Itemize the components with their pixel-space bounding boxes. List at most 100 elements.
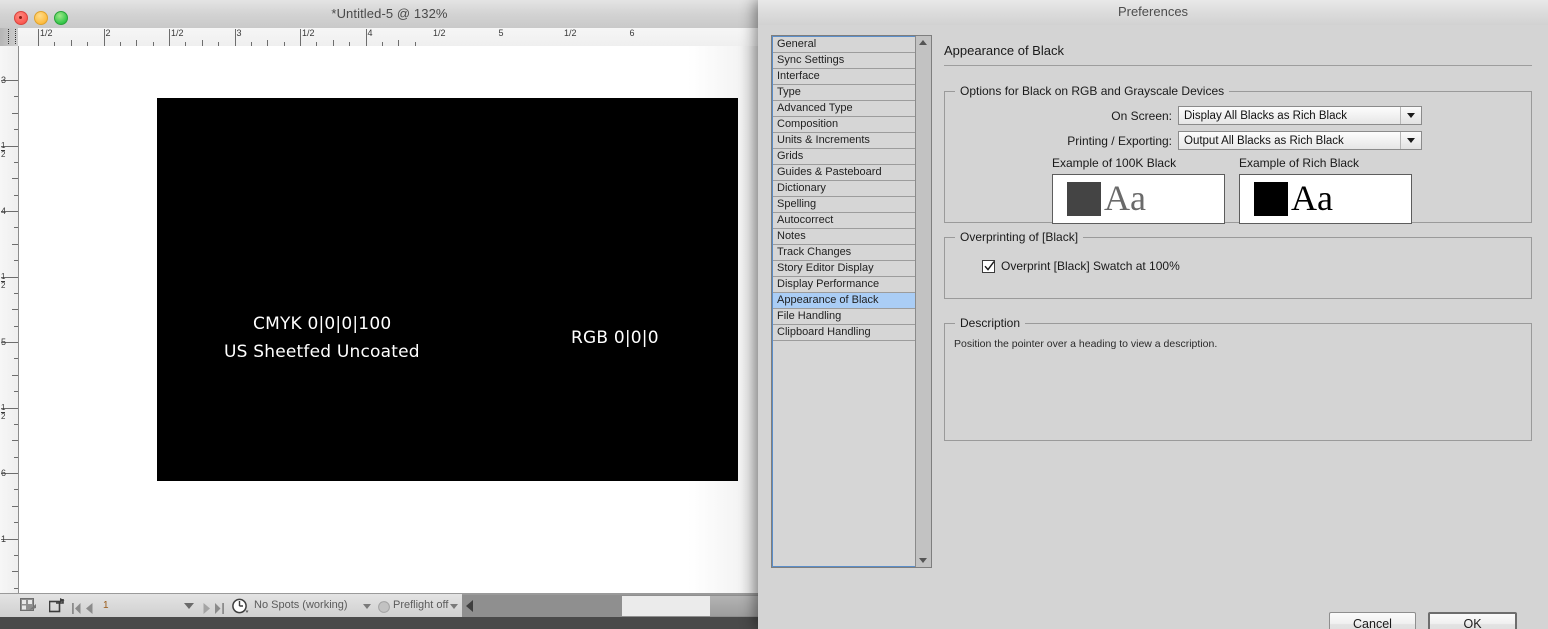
category-item-track-changes[interactable]: Track Changes [773,245,915,261]
category-item-notes[interactable]: Notes [773,229,915,245]
category-item-advanced-type[interactable]: Advanced Type [773,101,915,117]
category-item-interface[interactable]: Interface [773,69,915,85]
example-100k-square [1067,182,1101,216]
ruler-label: 5 [1,337,7,347]
preferences-category-list[interactable]: General Sync Settings Interface Type Advance… [772,36,916,567]
category-item-guides-pasteboard[interactable]: Guides & Pasteboard [773,165,915,181]
preferences-titlebar[interactable]: Preferences [758,0,1548,26]
last-page-button[interactable] [215,601,224,617]
ruler-tick [38,29,39,46]
category-item-label: Appearance of Black [777,294,879,306]
desktop-background-strip [0,617,779,629]
page-dropdown-arrow-icon[interactable] [184,603,194,609]
category-item-type[interactable]: Type [773,85,915,101]
ruler-label: 5 [498,28,504,38]
category-item-label: Notes [777,230,806,242]
category-item-grids[interactable]: Grids [773,149,915,165]
ruler-tick [234,29,236,46]
preferences-title: Preferences [1117,4,1189,19]
category-item-file-handling[interactable]: File Handling [773,309,915,325]
ruler-tick [103,29,105,46]
on-screen-value: Display All Blacks as Rich Black [1184,109,1347,122]
pane-heading: Appearance of Black [944,43,1064,58]
chevron-down-icon[interactable] [1400,132,1421,149]
black-rectangle-object[interactable] [157,98,738,481]
app-root: *Untitled-5 @ 132% 1/2 2 1/2 3 1/2 4 1/2 5 1/2 6 … [0,0,1548,629]
next-page-button[interactable] [203,601,210,617]
category-item-general[interactable]: General [773,37,915,53]
ruler-label: 12 [1,271,6,290]
canvas-text-cmyk-value[interactable]: CMYK 0|0|0|100 [253,314,391,334]
ruler-label: 4 [1,206,7,216]
ruler-tick [14,129,18,131]
preflight-clock-icon[interactable] [232,598,249,617]
scroll-up-arrow-icon[interactable] [919,40,927,45]
ruler-label: 12 [1,402,6,421]
category-item-label: Composition [777,118,839,130]
horizontal-scrollbar-thumb[interactable] [622,596,710,616]
horizontal-ruler[interactable]: 1/2 2 1/2 3 1/2 4 1/2 5 1/2 6 [18,28,779,47]
canvas-text-cmyk-profile[interactable]: US Sheetfed Uncoated [224,342,420,362]
overprint-checkbox[interactable] [982,259,995,273]
preflight-status-indicator-icon [378,600,390,617]
category-item-display-performance[interactable]: Display Performance [773,277,915,293]
category-item-story-editor-display[interactable]: Story Editor Display [773,261,915,277]
category-item-clipboard-handling[interactable]: Clipboard Handling [773,325,915,341]
category-item-label: Track Changes [777,246,852,258]
first-page-button[interactable] [72,601,81,617]
printing-exporting-value: Output All Blacks as Rich Black [1184,134,1344,147]
ruler-tick [14,194,18,196]
export-icon[interactable] [48,598,65,617]
overprint-checkbox-label: Overprint [Black] Swatch at 100% [1001,259,1180,273]
category-item-label: Autocorrect [777,214,834,226]
ruler-tick [14,227,18,229]
ruler-tick [14,522,18,524]
cancel-button[interactable]: Cancel [1329,612,1416,629]
ruler-label: 1/2 [40,28,53,38]
overprint-checkbox-row[interactable]: Overprint [Black] Swatch at 100% [982,259,1180,273]
horizontal-scrollbar[interactable] [462,594,779,617]
document-titlebar: *Untitled-5 @ 132% [0,0,779,29]
on-screen-dropdown[interactable]: Display All Blacks as Rich Black [1178,106,1422,125]
category-item-spelling[interactable]: Spelling [773,197,915,213]
chevron-down-icon[interactable] [1400,107,1421,124]
spots-dropdown-arrow-icon[interactable] [363,604,371,609]
example-rich-label: Example of Rich Black [1239,156,1360,170]
ruler-label: 1/2 [433,28,446,38]
vertical-ruler[interactable]: 3 12 4 12 5 12 6 1 [0,46,19,593]
pages-panel-icon[interactable] [20,598,38,617]
preflight-dropdown-arrow-icon[interactable] [450,604,458,609]
category-item-units-increments[interactable]: Units & Increments [773,133,915,149]
category-list-scrollbar[interactable] [915,36,931,567]
ruler-origin-corner[interactable] [0,28,19,47]
scroll-down-arrow-icon[interactable] [919,558,927,563]
category-item-autocorrect[interactable]: Autocorrect [773,213,915,229]
category-item-dictionary[interactable]: Dictionary [773,181,915,197]
ruler-label: 1/2 [171,28,184,38]
ruler-tick [12,505,18,507]
canvas-area[interactable]: CMYK 0|0|0|100 US Sheetfed Uncoated RGB … [19,46,779,593]
options-group: Options for Black on RGB and Grayscale D… [944,84,1532,224]
page-number-field[interactable]: 1 [95,597,190,614]
ruler-label: 2 [105,28,111,38]
scroll-left-arrow-icon[interactable] [466,600,473,612]
ruler-label: 4 [367,28,373,38]
example-rich-square [1254,182,1288,216]
example-100k-swatch-box: Aa [1052,174,1225,224]
category-item-label: Clipboard Handling [777,326,871,338]
ok-button[interactable]: OK [1428,612,1517,629]
category-item-label: General [777,38,817,50]
description-group-legend: Description [955,316,1026,330]
ruler-label: 6 [1,468,7,478]
category-item-composition[interactable]: Composition [773,117,915,133]
canvas-text-rgb-value[interactable]: RGB 0|0|0 [571,328,659,348]
category-item-label: Guides & Pasteboard [777,166,882,178]
previous-page-button[interactable] [86,601,93,617]
category-item-sync-settings[interactable]: Sync Settings [773,53,915,69]
category-item-label: Advanced Type [777,102,853,114]
category-item-appearance-of-black[interactable]: Appearance of Black [773,293,915,309]
ruler-tick [12,309,18,311]
ruler-tick [300,29,301,46]
ruler-tick [12,112,18,114]
printing-exporting-dropdown[interactable]: Output All Blacks as Rich Black [1178,131,1422,150]
